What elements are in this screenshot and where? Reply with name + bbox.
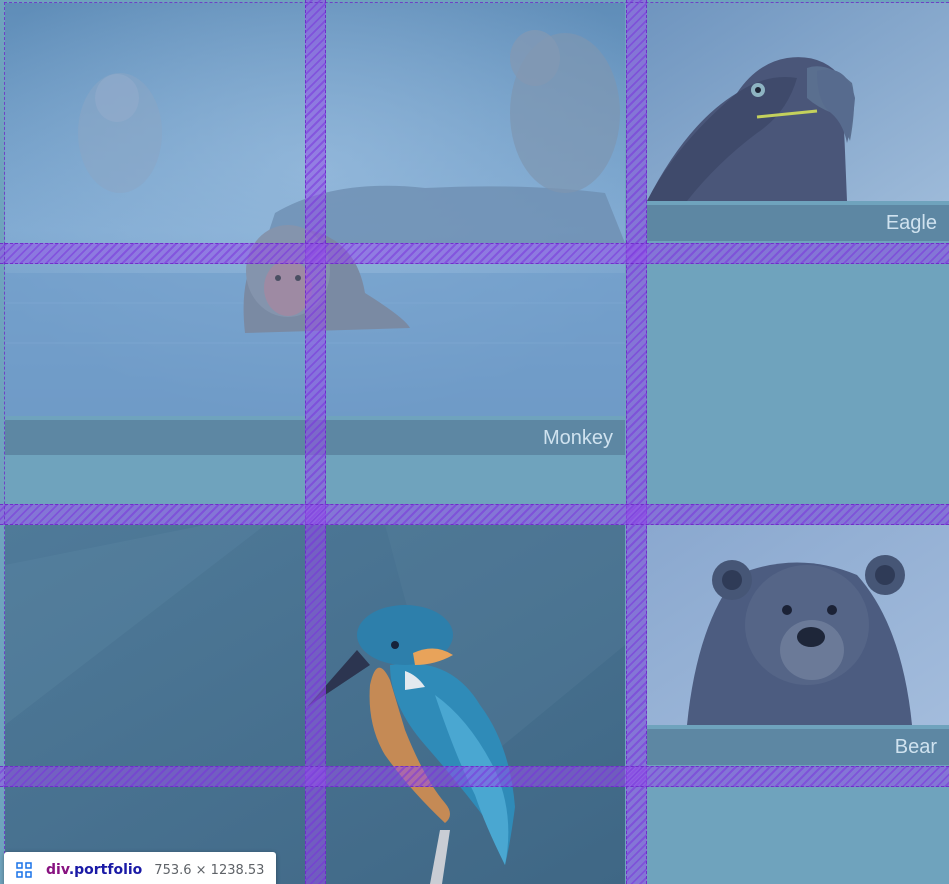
portfolio-item-bear[interactable]: Bear [647, 525, 949, 765]
inspector-tag-name: div [46, 862, 69, 878]
grid-edge-left [4, 2, 5, 884]
grid-edge-top [4, 2, 949, 3]
inspector-class-name: .portfolio [68, 862, 143, 878]
grid-column-gap [305, 0, 326, 884]
inspector-dimensions: 753.6 × 1238.53 [154, 862, 265, 878]
grid-icon [16, 862, 32, 878]
inspector-tooltip: div.portfolio 753.6 × 1238.53 [4, 852, 276, 884]
grid-row-gap [0, 504, 949, 525]
bear-photo [647, 525, 949, 725]
grid-row-gap [0, 243, 949, 264]
portfolio-item-caption: Bear [647, 729, 949, 765]
portfolio-item-eagle[interactable]: Eagle [647, 3, 949, 241]
portfolio-grid: Monkey Eagle Bear div.portfolio 753.6 × … [0, 0, 949, 884]
grid-column-gap [626, 0, 647, 884]
eagle-photo [647, 3, 949, 201]
inspector-selector: div.portfolio [46, 862, 142, 878]
portfolio-item-caption: Eagle [647, 205, 949, 241]
grid-row-gap [0, 766, 949, 787]
